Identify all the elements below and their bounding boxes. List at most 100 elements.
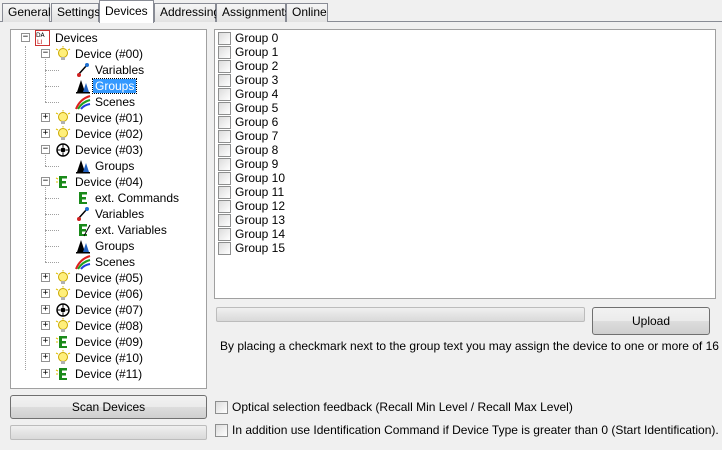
group-checkbox-item[interactable]: Group 6: [218, 115, 278, 129]
optical-feedback-checkbox[interactable]: [215, 400, 228, 414]
checkbox[interactable]: [218, 59, 231, 73]
group-checkbox-item[interactable]: Group 9: [218, 157, 278, 171]
tree-item-groups[interactable]: Groups: [75, 158, 136, 174]
tree-item-device-06[interactable]: Device (#06): [55, 286, 145, 302]
tree-item-ext-variables[interactable]: ext. Variables: [75, 222, 169, 238]
tree-item-groups[interactable]: Groups: [75, 238, 136, 254]
tree-item-label: ext. Variables: [95, 223, 167, 237]
tree-item-scenes[interactable]: Scenes: [75, 254, 137, 270]
tree-item-device-05[interactable]: Device (#05): [55, 270, 145, 286]
expand-icon[interactable]: +: [41, 129, 50, 138]
expand-icon[interactable]: +: [41, 289, 50, 298]
groups-icon: [75, 158, 91, 174]
tree-connector: [45, 102, 59, 103]
tree-item-device-03[interactable]: Device (#03): [55, 142, 145, 158]
checkbox[interactable]: [218, 31, 231, 45]
collapse-icon[interactable]: −: [21, 33, 30, 42]
expand-icon[interactable]: +: [41, 369, 50, 378]
collapse-icon[interactable]: −: [41, 177, 50, 186]
tab-general[interactable]: General: [2, 3, 51, 22]
tree-item-variables[interactable]: Variables: [75, 206, 146, 222]
checkbox[interactable]: [218, 115, 231, 129]
tree-item-groups[interactable]: Groups: [75, 78, 138, 94]
checkbox[interactable]: [218, 129, 231, 143]
group-label: Group 12: [235, 199, 286, 213]
checkbox[interactable]: [218, 87, 231, 101]
group-checkbox-item[interactable]: Group 10: [218, 171, 285, 185]
group-checkbox-list[interactable]: Group 0 Group 1 Group 2 Group 3 Group 4 …: [214, 29, 716, 299]
optical-feedback-option[interactable]: Optical selection feedback (Recall Min L…: [215, 400, 573, 414]
group-label: Group 15: [235, 241, 286, 255]
tree-connector: [25, 46, 26, 370]
checkbox[interactable]: [218, 213, 231, 227]
expand-icon[interactable]: +: [41, 353, 50, 362]
collapse-icon[interactable]: −: [41, 145, 50, 154]
tab-assignments[interactable]: Assignments: [216, 3, 291, 22]
tab-settings[interactable]: Settings: [51, 3, 100, 22]
group-checkbox-item[interactable]: Group 2: [218, 59, 278, 73]
group-checkbox-item[interactable]: Group 13: [218, 213, 285, 227]
group-checkbox-item[interactable]: Group 12: [218, 199, 285, 213]
group-checkbox-item[interactable]: Group 14: [218, 227, 285, 241]
lamp-icon: [55, 270, 71, 286]
expand-icon[interactable]: +: [41, 337, 50, 346]
group-checkbox-item[interactable]: Group 15: [218, 241, 285, 255]
lamp-icon: [55, 110, 71, 126]
tree-item-label: Groups: [95, 239, 135, 253]
tree-item-device-10[interactable]: Device (#10): [55, 350, 145, 366]
group-checkbox-item[interactable]: Group 8: [218, 143, 278, 157]
group-label: Group 2: [235, 59, 279, 73]
tree-item-device-09[interactable]: Device (#09): [55, 334, 145, 350]
group-checkbox-item[interactable]: Group 11: [218, 185, 284, 199]
checkbox[interactable]: [218, 185, 231, 199]
collapse-icon[interactable]: −: [41, 49, 50, 58]
tree-item-device-00[interactable]: Device (#00): [55, 46, 145, 62]
tab-devices[interactable]: Devices: [99, 0, 154, 23]
tab-online[interactable]: Online: [286, 3, 328, 22]
device-tree[interactable]: − DA LI Devices − Device (#00) Variables …: [10, 29, 207, 389]
checkbox[interactable]: [218, 171, 231, 185]
tree-item-variables[interactable]: Variables: [75, 62, 146, 78]
checkbox[interactable]: [218, 241, 231, 255]
group-checkbox-item[interactable]: Group 0: [218, 31, 278, 45]
upload-button[interactable]: Upload: [592, 307, 710, 335]
tree-item-devices-root[interactable]: DA LI Devices: [35, 30, 100, 46]
identification-checkbox[interactable]: [215, 423, 228, 437]
tab-addressing[interactable]: Addressing: [154, 3, 220, 22]
emergency-device-icon: [55, 174, 71, 190]
scan-devices-button[interactable]: Scan Devices: [10, 395, 207, 419]
group-checkbox-item[interactable]: Group 1: [218, 45, 278, 59]
checkbox[interactable]: [218, 157, 231, 171]
expand-icon[interactable]: +: [41, 273, 50, 282]
tree-item-label: Device (#05): [75, 271, 144, 285]
tree-item-label: Device (#00): [75, 47, 144, 61]
checkbox[interactable]: [218, 101, 231, 115]
identification-option[interactable]: In addition use Identification Command i…: [215, 423, 719, 437]
checkbox[interactable]: [218, 227, 231, 241]
expand-icon[interactable]: +: [41, 113, 50, 122]
tree-connector: [45, 70, 59, 71]
tab-strip: General Settings Devices Addressing Assi…: [0, 0, 722, 23]
tree-item-device-11[interactable]: Device (#11): [55, 366, 144, 382]
scenes-icon: [75, 94, 91, 110]
tree-item-device-02[interactable]: Device (#02): [55, 126, 145, 142]
tree-item-label: Device (#04): [75, 175, 144, 189]
group-checkbox-item[interactable]: Group 7: [218, 129, 278, 143]
tree-connector: [45, 198, 59, 199]
group-checkbox-item[interactable]: Group 5: [218, 101, 278, 115]
checkbox[interactable]: [218, 45, 231, 59]
group-checkbox-item[interactable]: Group 3: [218, 73, 278, 87]
tree-item-scenes[interactable]: Scenes: [75, 94, 137, 110]
expand-icon[interactable]: +: [41, 305, 50, 314]
checkbox[interactable]: [218, 143, 231, 157]
tree-item-device-04[interactable]: Device (#04): [55, 174, 145, 190]
checkbox[interactable]: [218, 73, 231, 87]
group-label: Group 11: [235, 185, 285, 199]
tree-item-device-07[interactable]: Device (#07): [55, 302, 145, 318]
expand-icon[interactable]: +: [41, 321, 50, 330]
tree-item-device-01[interactable]: Device (#01): [55, 110, 145, 126]
tree-item-device-08[interactable]: Device (#08): [55, 318, 145, 334]
group-checkbox-item[interactable]: Group 4: [218, 87, 278, 101]
checkbox[interactable]: [218, 199, 231, 213]
tree-item-ext-commands[interactable]: ext. Commands: [75, 190, 181, 206]
